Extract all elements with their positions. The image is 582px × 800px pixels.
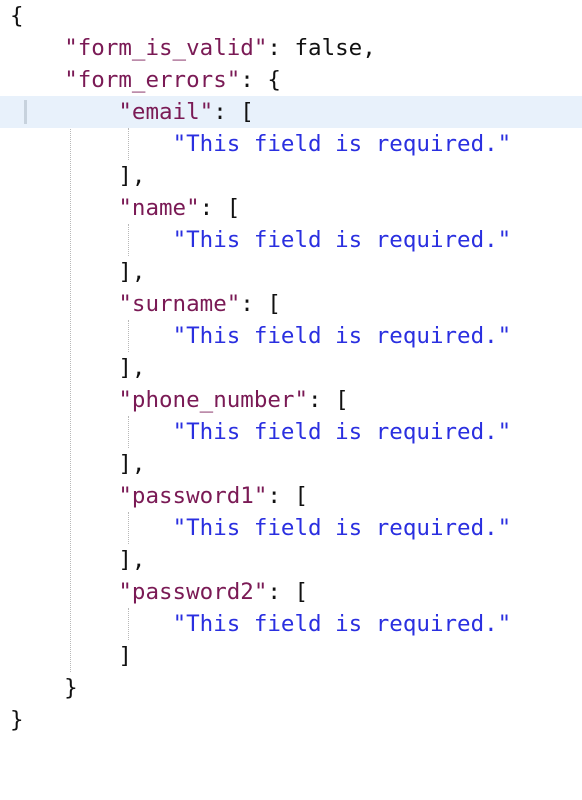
code-line[interactable]: "name": [ [0,192,582,224]
brace-open: { [10,3,24,29]
code-line[interactable]: ], [0,544,582,576]
code-line[interactable]: } [0,704,582,736]
code-line-current[interactable]: "email": [ [0,96,582,128]
code-line[interactable]: } [0,672,582,704]
code-line[interactable]: ], [0,160,582,192]
json-string: "This field is required." [172,131,512,157]
code-line[interactable]: "This field is required." [0,320,582,352]
code-line[interactable]: "form_errors": { [0,64,582,96]
code-line[interactable]: "phone_number": [ [0,384,582,416]
json-editor[interactable]: { "form_is_valid": false, "form_errors":… [0,0,582,740]
code-line[interactable]: ] [0,640,582,672]
code-line[interactable]: "password2": [ [0,576,582,608]
json-string: "This field is required." [172,323,512,349]
json-key: "form_errors" [64,67,241,93]
code-line[interactable]: ], [0,352,582,384]
json-key: "password1" [118,483,268,509]
json-key: "password2" [118,579,268,605]
code-line[interactable]: "This field is required." [0,224,582,256]
json-string: "This field is required." [172,419,512,445]
code-line[interactable]: { [0,0,582,32]
json-key: "form_is_valid" [64,35,268,61]
json-key: "phone_number" [118,387,309,413]
code-line[interactable]: ], [0,448,582,480]
code-line[interactable]: "This field is required." [0,512,582,544]
json-string: "This field is required." [172,611,512,637]
code-line[interactable]: "surname": [ [0,288,582,320]
json-key: "surname" [118,291,241,317]
json-string: "This field is required." [172,515,512,541]
code-line[interactable]: "This field is required." [0,128,582,160]
json-key: "email" [118,99,214,125]
brace-close: } [10,707,24,733]
json-key: "name" [118,195,200,221]
code-line[interactable]: ], [0,256,582,288]
json-boolean: false [294,35,363,61]
code-line[interactable]: "This field is required." [0,416,582,448]
code-line[interactable]: "password1": [ [0,480,582,512]
code-line[interactable]: "This field is required." [0,608,582,640]
code-line[interactable]: "form_is_valid": false, [0,32,582,64]
json-string: "This field is required." [172,227,512,253]
